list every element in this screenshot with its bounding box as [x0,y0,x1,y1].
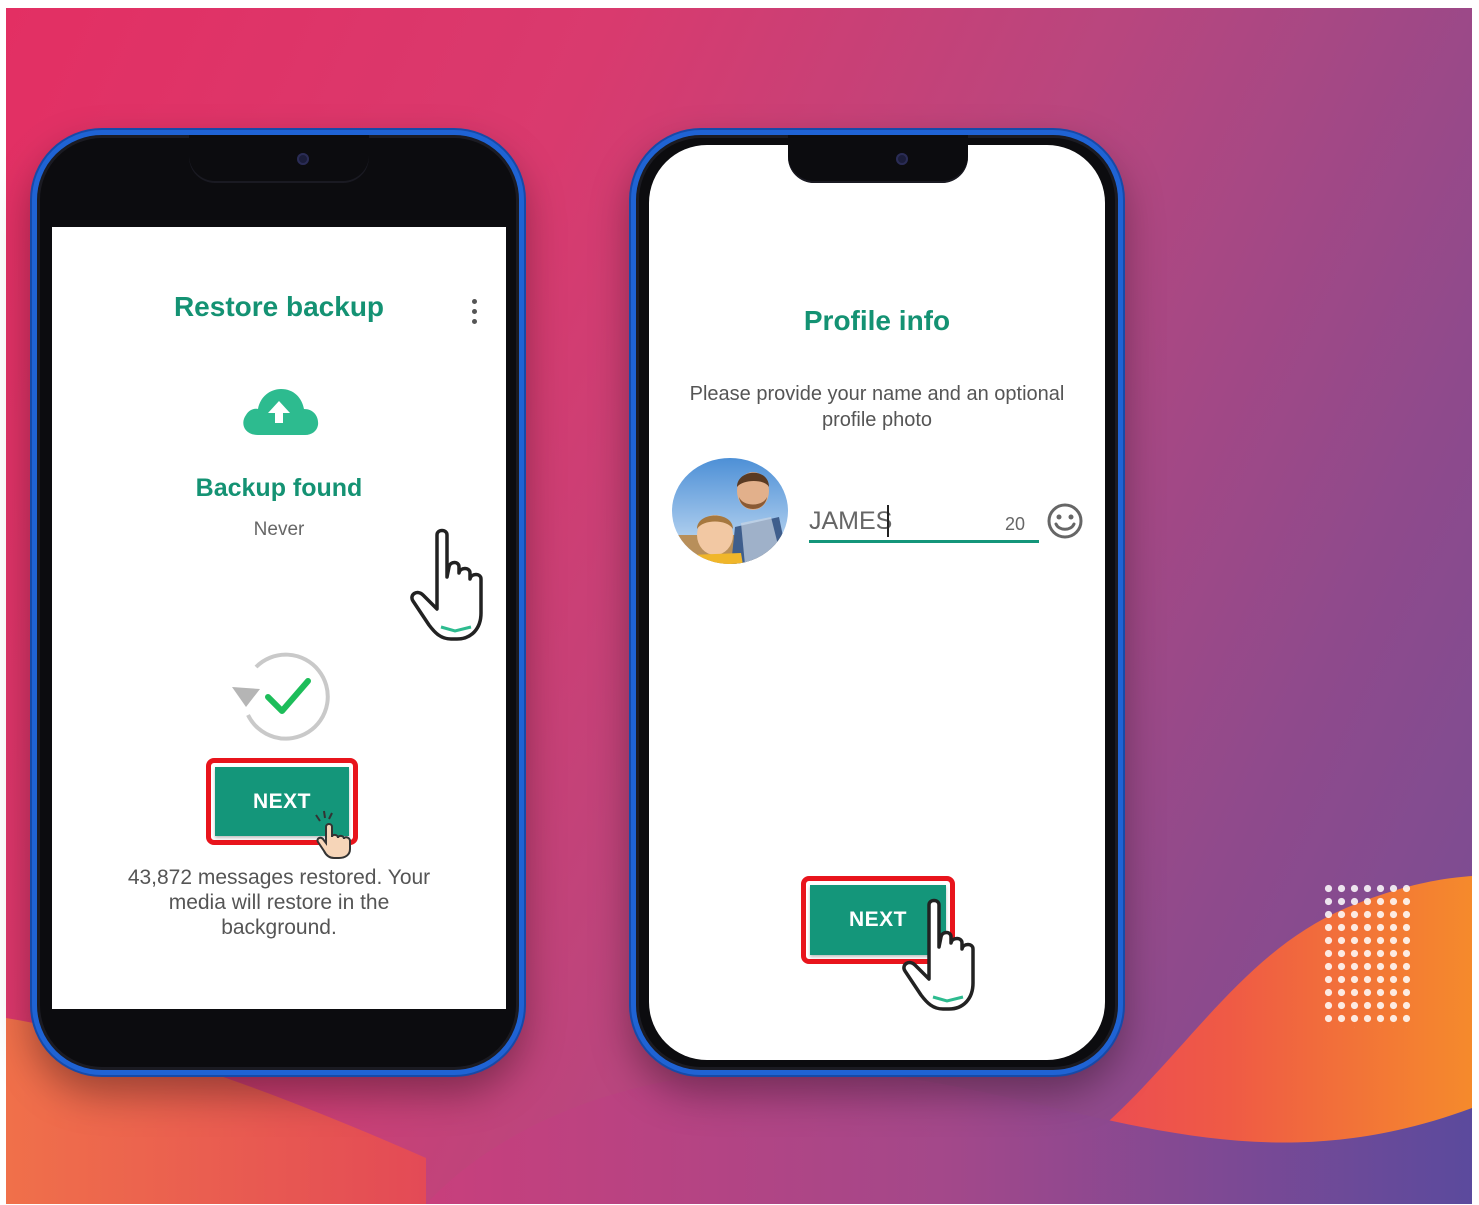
name-input-underline [809,540,1039,543]
more-vert-icon[interactable] [472,299,478,327]
profile-subtitle: Please provide your name and an optional… [689,383,1065,431]
tap-hand-icon [315,810,351,859]
char-counter: 20 [1005,514,1026,534]
text-cursor [887,505,889,537]
phone-restore-backup: Restore backup Backup found Never NEXT 4… [32,130,524,1075]
profile-info-screen: Profile info Please provide your name an… [649,145,1105,1060]
restore-message: 43,872 messages restored. Your media wil… [127,866,431,939]
name-input[interactable] [809,506,999,536]
page-title: Restore backup [173,291,385,322]
phone-notch [189,135,369,183]
pointer-hand-icon [410,528,483,641]
front-camera [896,153,908,165]
profile-photo-avatar[interactable] [671,457,789,565]
restore-check-icon [232,652,330,741]
backup-status-heading: Backup found [195,474,363,502]
phone-notch [788,135,968,183]
decorative-dot-grid [1322,882,1414,1028]
emoji-icon[interactable] [1045,501,1085,541]
pointer-hand-icon [902,898,975,1011]
page-title: Profile info [803,305,951,336]
cloud-upload-icon [243,389,319,435]
phone-profile-info: Profile info Please provide your name an… [631,130,1123,1075]
restore-backup-screen: Restore backup Backup found Never NEXT 4… [52,227,506,1009]
front-camera [297,153,309,165]
